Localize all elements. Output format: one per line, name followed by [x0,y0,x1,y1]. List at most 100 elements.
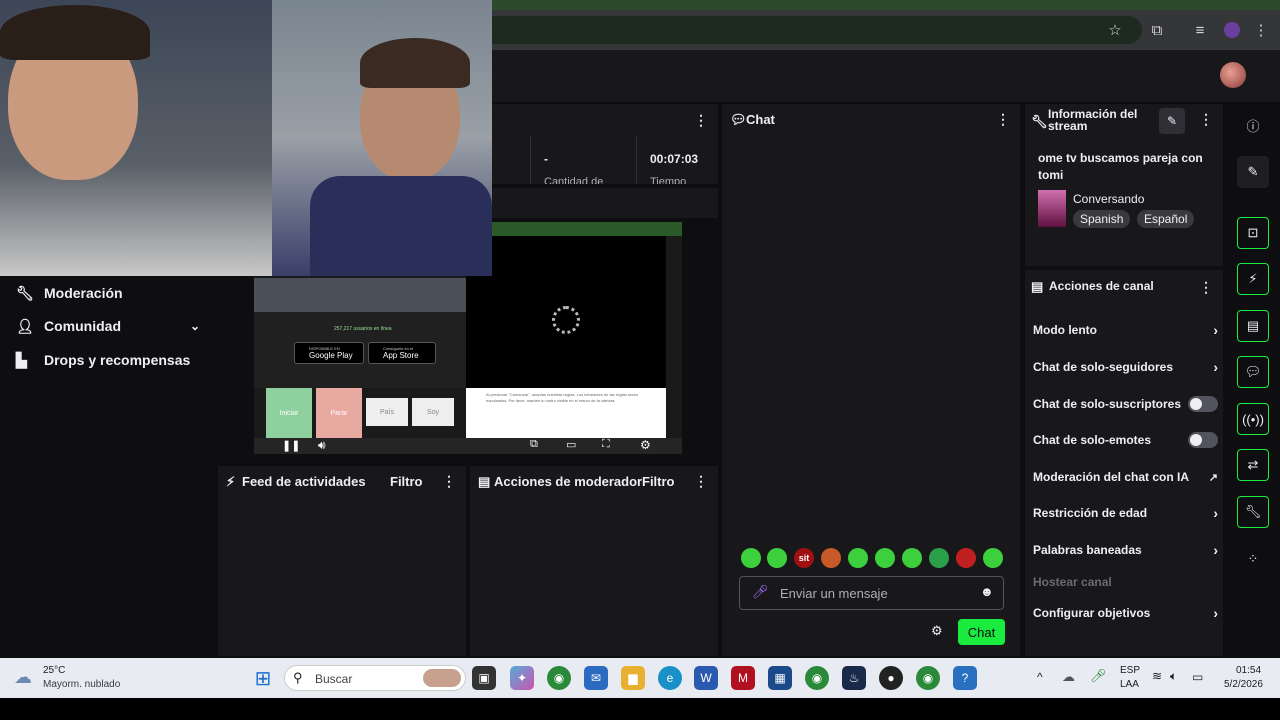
battery-icon[interactable]: ▭ [1192,670,1203,684]
fullscreen-icon[interactable]: ⛶ [602,438,610,451]
taskbar-search[interactable]: ⚲ Buscar [284,665,466,691]
windows-start-icon[interactable]: ⊞ [251,666,275,690]
preview-stop-button[interactable]: Parar [316,388,362,438]
preview-start-button[interactable]: Iniciar [266,388,312,438]
subs-only-toggle[interactable] [1188,396,1218,412]
emote-icon[interactable] [875,548,895,568]
chat-panel: 💬︎ Chat ⋮ [722,104,1020,656]
wrench-rail-icon[interactable]: 🔧︎ [1237,496,1269,528]
mod-filter-button[interactable]: Filtro [642,474,675,489]
action-subs-only[interactable]: Chat de solo-suscriptores [1033,393,1218,415]
emoji-icon[interactable]: ☻ [980,584,994,599]
action-banned-words[interactable]: Palabras baneadas › [1033,539,1218,561]
emote-icon[interactable] [929,548,949,568]
tag-badge[interactable]: Español [1137,210,1195,228]
lightning-rail-icon[interactable]: ⚡︎ [1237,263,1269,295]
feed-menu-icon[interactable]: ⋮ [442,473,456,490]
preview-header [492,188,718,218]
language-top[interactable]: ESP [1120,665,1140,676]
help-icon[interactable]: ? [953,666,977,690]
onedrive-icon[interactable]: ☁ [1062,669,1075,685]
chat-send-button[interactable]: Chat [958,619,1005,645]
chat-settings-icon[interactable]: ⚙ [931,623,943,639]
clip-icon[interactable]: ⧉ [530,438,538,451]
chrome-alt-icon[interactable]: ◉ [916,666,940,690]
broadcast-rail-icon[interactable]: ((•)) [1237,403,1269,435]
preview-country-button[interactable]: País [366,398,408,426]
category-name[interactable]: Conversando [1073,192,1144,206]
action-ai-moderation[interactable]: Moderación del chat con IA ↗ [1033,466,1218,488]
action-followers-only[interactable]: Chat de solo-seguidores › [1033,356,1218,378]
weather-icon[interactable]: ☁ [14,667,32,688]
emote-icon[interactable] [821,548,841,568]
emote-icon[interactable] [956,548,976,568]
more-actions-icon[interactable]: ⁘ [1237,543,1269,575]
info-icon[interactable]: ⓘ [1237,109,1269,141]
google-play-badge[interactable]: DISPONIBLE EN Google Play [294,342,364,364]
action-label: Chat de solo-seguidores [1033,360,1174,374]
obs-icon[interactable]: ● [879,666,903,690]
volume-tray-icon[interactable]: 🔈︎ [1170,669,1177,684]
mod-menu-icon[interactable]: ⋮ [694,473,708,490]
file-explorer-icon[interactable]: ▆ [621,666,645,690]
edge-icon[interactable]: e [658,666,682,690]
info-menu-icon[interactable]: ⋮ [1199,111,1213,128]
task-view-icon[interactable]: ▣ [472,666,496,690]
raid-rail-icon[interactable]: ⇄ [1237,449,1269,481]
user-avatar[interactable] [1220,62,1246,88]
chat-menu-icon[interactable]: ⋮ [996,111,1010,128]
address-bar[interactable] [492,16,1142,44]
clock-date[interactable]: 5/2/2026 [1224,679,1263,690]
settings-icon[interactable]: ⚙ [640,438,651,452]
extensions-icon[interactable]: ⧉ [1147,20,1167,40]
wifi-icon[interactable]: ≋ [1152,669,1162,683]
action-age-restriction[interactable]: Restricción de edad › [1033,502,1218,524]
store-icon[interactable]: ▦ [768,666,792,690]
action-goals[interactable]: Configurar objetivos › [1033,602,1218,624]
steam-icon[interactable]: ♨ [842,666,866,690]
media-control-icon[interactable]: ≡ [1190,20,1210,40]
edit-icon[interactable]: ✎ [1237,156,1269,188]
emote-icon[interactable] [848,548,868,568]
emote-icon[interactable] [767,548,787,568]
mcafee-icon[interactable]: M [731,666,755,690]
actions-menu-icon[interactable]: ⋮ [1199,279,1213,296]
clock-time[interactable]: 01:54 [1236,665,1261,676]
mic-tray-icon[interactable]: 🎤︎ [1090,668,1107,684]
bookmark-star-icon[interactable]: ☆ [1105,20,1125,40]
chrome-profile-icon[interactable]: ◉ [805,666,829,690]
emote-icon[interactable]: sit [794,548,814,568]
tray-chevron-icon[interactable]: ^ [1037,670,1043,684]
browser-menu-icon[interactable]: ⋮ [1251,20,1271,40]
stat-label: Cantidad de [544,176,604,184]
nav-item-comunidad[interactable]: 👤︎ Comunidad ⌄ [16,314,200,338]
chat-input[interactable]: 🎤︎ Enviar un mensaje ☻ [739,576,1004,610]
action-modo-lento[interactable]: Modo lento › [1033,319,1218,341]
copilot-icon[interactable]: ✦ [510,666,534,690]
chrome-icon[interactable]: ◉ [547,666,571,690]
tag-badge[interactable]: Spanish [1073,210,1131,228]
preview-soy-button[interactable]: Soy [412,398,454,426]
edit-pencil-icon[interactable]: ✎ [1159,108,1185,134]
action-emotes-only[interactable]: Chat de solo-emotes [1033,429,1218,451]
emotes-only-toggle[interactable] [1188,432,1218,448]
microphone-icon[interactable]: 🎤︎ [752,584,769,600]
clip-rail-icon[interactable]: ⊡ [1237,217,1269,249]
word-icon[interactable]: W [694,666,718,690]
chat-rail-icon[interactable]: 💬︎ [1237,356,1269,388]
mail-icon[interactable]: ✉ [584,666,608,690]
theater-mode-icon[interactable]: ▭ [566,438,576,451]
volume-icon[interactable]: 🔊︎ [318,438,326,453]
notes-rail-icon[interactable]: ▤ [1237,310,1269,342]
app-store-badge[interactable]: Consíguelo en el App Store [368,342,436,364]
emote-icon[interactable] [983,548,1003,568]
feed-filter-button[interactable]: Filtro [390,474,423,489]
nav-item-drops[interactable]: ▙ Drops y recompensas [16,348,190,372]
stats-menu-icon[interactable]: ⋮ [694,112,708,129]
profile-icon[interactable] [1222,20,1242,40]
language-bottom[interactable]: LAA [1120,679,1139,690]
nav-item-moderacion[interactable]: 🔧︎ Moderación [16,281,123,305]
pause-icon[interactable]: ❚❚ [282,439,300,452]
emote-icon[interactable] [741,548,761,568]
emote-icon[interactable] [902,548,922,568]
